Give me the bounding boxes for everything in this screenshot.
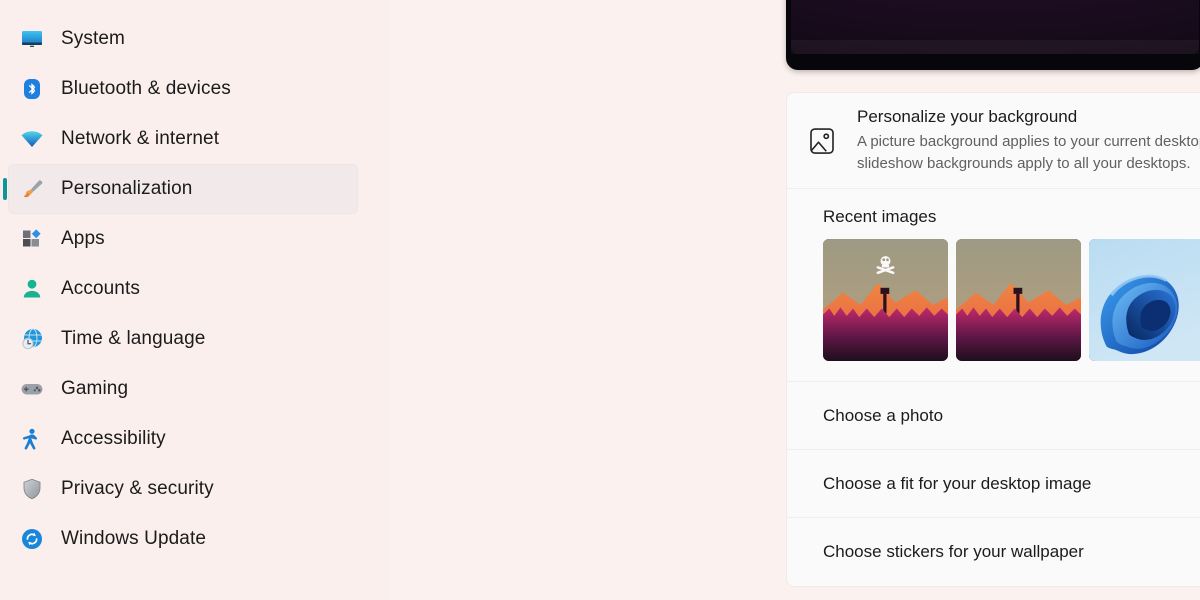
personalization-settings-card: Personalize your background A picture ba… bbox=[786, 92, 1200, 587]
person-icon bbox=[20, 277, 44, 301]
gamepad-icon bbox=[20, 377, 44, 401]
personalize-background-title: Personalize your background bbox=[857, 107, 1078, 127]
monitor-icon bbox=[20, 27, 44, 51]
sidebar-item-label: Accessibility bbox=[61, 428, 166, 449]
sidebar-item-label: Windows Update bbox=[61, 528, 207, 549]
sidebar-item-label: Personalization bbox=[61, 178, 193, 199]
sidebar-item-windows-update[interactable]: Windows Update bbox=[8, 514, 358, 564]
sidebar-item-gaming[interactable]: Gaming bbox=[8, 364, 358, 414]
settings-window: System Bluetooth & devices Network & int… bbox=[0, 0, 1200, 600]
apps-icon bbox=[20, 227, 44, 251]
sidebar-item-label: Apps bbox=[61, 228, 105, 249]
sidebar-item-accounts[interactable]: Accounts bbox=[8, 264, 358, 314]
sidebar-item-system[interactable]: System bbox=[8, 14, 358, 64]
sidebar-item-label: System bbox=[61, 28, 125, 49]
recent-images-title: Recent images bbox=[823, 207, 937, 226]
globe-clock-icon bbox=[20, 327, 44, 351]
recent-image-thumbnail[interactable] bbox=[1089, 239, 1200, 361]
sidebar-item-bluetooth-devices[interactable]: Bluetooth & devices bbox=[8, 64, 358, 114]
personalize-background-row: Personalize your background A picture ba… bbox=[787, 93, 1200, 189]
personalize-background-description: A picture background applies to your cur… bbox=[857, 133, 1200, 172]
paintbrush-icon bbox=[20, 177, 44, 201]
personalize-background-text: Personalize your background A picture ba… bbox=[857, 107, 1200, 174]
choose-photo-label: Choose a photo bbox=[823, 405, 944, 425]
recent-images-list bbox=[823, 239, 1200, 361]
settings-main-content: Personalize your background A picture ba… bbox=[390, 0, 1200, 600]
preview-taskbar bbox=[791, 40, 1199, 54]
settings-sidebar: System Bluetooth & devices Network & int… bbox=[0, 0, 390, 600]
choose-fit-row: Choose a fit for your desktop image Fill bbox=[787, 450, 1200, 518]
sidebar-item-network-internet[interactable]: Network & internet bbox=[8, 114, 358, 164]
accessibility-icon bbox=[20, 427, 44, 451]
desktop-preview bbox=[786, 0, 1200, 70]
choose-stickers-label: Choose stickers for your wallpaper bbox=[823, 542, 1084, 561]
sidebar-item-accessibility[interactable]: Accessibility bbox=[8, 414, 358, 464]
sidebar-item-label: Privacy & security bbox=[61, 478, 214, 499]
recent-images-section: Recent images bbox=[787, 189, 1200, 382]
image-icon bbox=[807, 126, 837, 156]
wifi-icon bbox=[20, 127, 44, 151]
choose-stickers-row: Choose stickers for your wallpaper Add s… bbox=[787, 518, 1200, 586]
sidebar-item-time-language[interactable]: Time & language bbox=[8, 314, 358, 364]
sidebar-item-label: Time & language bbox=[61, 328, 206, 349]
sidebar-item-personalization[interactable]: Personalization bbox=[3, 164, 358, 214]
choose-fit-label: Choose a fit for your desktop image bbox=[823, 473, 1092, 493]
sidebar-item-label: Bluetooth & devices bbox=[61, 78, 231, 99]
choose-photo-row: Choose a photo Browse photos bbox=[787, 382, 1200, 450]
selection-indicator bbox=[3, 178, 7, 200]
update-icon bbox=[20, 527, 44, 551]
sidebar-item-label: Network & internet bbox=[61, 128, 220, 149]
bluetooth-icon bbox=[20, 77, 44, 101]
recent-image-thumbnail[interactable] bbox=[823, 239, 948, 361]
recent-image-thumbnail[interactable] bbox=[956, 239, 1081, 361]
sidebar-item-apps[interactable]: Apps bbox=[8, 214, 358, 264]
sidebar-item-privacy-security[interactable]: Privacy & security bbox=[8, 464, 358, 514]
sidebar-item-label: Gaming bbox=[61, 378, 129, 399]
shield-icon bbox=[20, 477, 44, 501]
sidebar-item-label: Accounts bbox=[61, 278, 140, 299]
